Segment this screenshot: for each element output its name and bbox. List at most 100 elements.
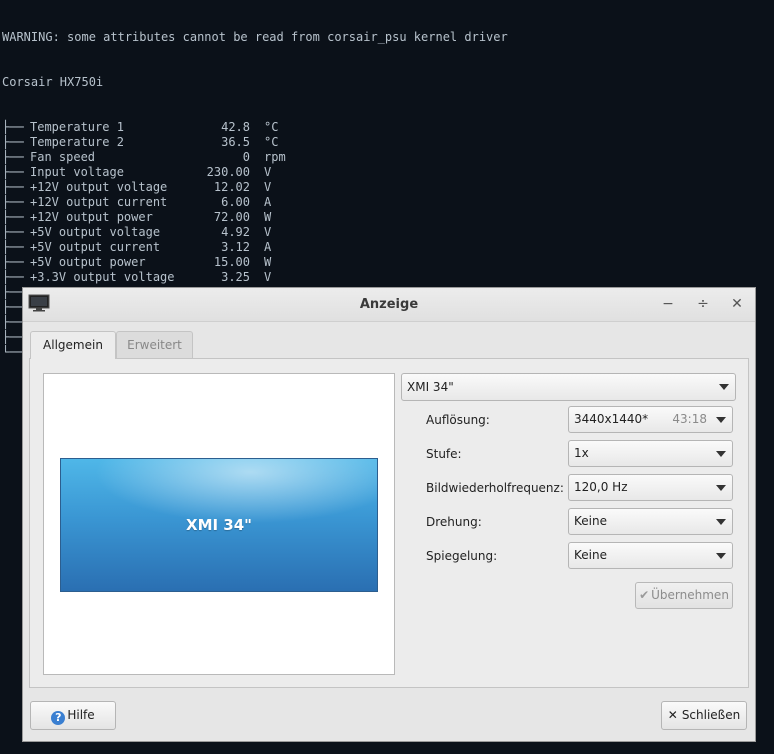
- aspect-ratio: 43:18: [672, 412, 707, 426]
- sensor-label: Temperature 2: [30, 135, 124, 149]
- rotation-value: Keine: [574, 514, 607, 528]
- sensor-unit: W: [264, 210, 272, 224]
- resolution-label: Auflösung:: [426, 413, 490, 427]
- terminal-device-name: Corsair HX750i: [2, 75, 104, 89]
- tree-branch: ├──: [2, 210, 24, 224]
- close-label: Schließen: [681, 708, 741, 722]
- sensor-value: 3.25: [221, 270, 250, 284]
- sensor-row: ├── +12V output power 72.00 W: [2, 210, 508, 225]
- minimize-button[interactable]: −: [658, 294, 678, 314]
- sensor-value: 6.00: [221, 195, 250, 209]
- sensor-label: +12V output power: [30, 210, 153, 224]
- help-icon: ?: [51, 711, 66, 725]
- sensor-unit: W: [264, 255, 272, 269]
- sensor-row: ├── Input voltage 230.00 V: [2, 165, 508, 180]
- maximize-button[interactable]: ÷: [693, 294, 713, 314]
- sensor-value: 42.8: [221, 120, 250, 134]
- chevron-down-icon: [716, 519, 726, 525]
- chevron-down-icon: [716, 417, 726, 423]
- sensor-unit: A: [264, 240, 272, 254]
- display-select-value: XMI 34": [407, 380, 454, 394]
- sensor-unit: V: [264, 180, 272, 194]
- close-icon: ✕: [667, 708, 678, 722]
- checkmark-icon: ✔: [639, 588, 650, 602]
- sensor-label: +5V output current: [30, 240, 161, 254]
- tree-branch: ├──: [2, 270, 24, 284]
- title-bar[interactable]: Anzeige − ÷ ✕: [23, 288, 755, 322]
- tree-branch: ├──: [2, 180, 24, 194]
- reflection-value: Keine: [574, 548, 607, 562]
- sensor-label: +5V output power: [30, 255, 146, 269]
- refresh-rate-label: Bildwiederholfrequenz:: [426, 481, 564, 495]
- tree-branch: ├──: [2, 195, 24, 209]
- sensor-unit: °C: [264, 120, 279, 134]
- tree-branch: ├──: [2, 240, 24, 254]
- sensor-value: 3.12: [221, 240, 250, 254]
- help-button[interactable]: ? Hilfe: [30, 701, 116, 730]
- chevron-down-icon: [716, 451, 726, 457]
- chevron-down-icon: [719, 384, 729, 390]
- rotation-select[interactable]: Keine: [568, 508, 733, 535]
- refresh-rate-value: 120,0 Hz: [574, 480, 628, 494]
- sensor-unit: V: [264, 225, 272, 239]
- sensor-row: ├── +12V output current 6.00 A: [2, 195, 508, 210]
- tree-branch: ├──: [2, 225, 24, 239]
- chevron-down-icon: [716, 553, 726, 559]
- sensor-value: 0: [242, 150, 250, 164]
- sensor-label: Fan speed: [30, 150, 96, 164]
- sensor-row: ├── +5V output current 3.12 A: [2, 240, 508, 255]
- tree-branch: ├──: [2, 150, 24, 164]
- apply-button[interactable]: ✔ Übernehmen: [635, 582, 733, 609]
- sensor-value: 72.00: [213, 210, 250, 224]
- sensor-unit: A: [264, 195, 272, 209]
- sensor-unit: °C: [264, 135, 279, 149]
- tab-erweitert[interactable]: Erweitert: [116, 331, 193, 358]
- sensor-label: +12V output current: [30, 195, 168, 209]
- sensor-row: ├── +5V output voltage 4.92 V: [2, 225, 508, 240]
- display-settings-dialog: Anzeige − ÷ ✕ Allgemein Erweitert XMI 34…: [22, 287, 756, 742]
- tree-branch: ├──: [2, 120, 24, 134]
- apply-label: Übernehmen: [651, 588, 729, 602]
- sensor-unit: V: [264, 165, 272, 179]
- help-label: Hilfe: [67, 708, 95, 722]
- tree-branch: ├──: [2, 135, 24, 149]
- close-window-button[interactable]: ✕: [727, 294, 747, 314]
- sensor-row: ├── Fan speed 0 rpm: [2, 150, 508, 165]
- sensor-value: 230.00: [206, 165, 250, 179]
- scale-select[interactable]: 1x: [568, 440, 733, 467]
- sensor-unit: rpm: [264, 150, 286, 164]
- sensor-row: ├── +12V output voltage 12.02 V: [2, 180, 508, 195]
- sensor-label: Input voltage: [30, 165, 124, 179]
- sensor-row: ├── +3.3V output voltage 3.25 V: [2, 270, 508, 285]
- sensor-value: 12.02: [213, 180, 250, 194]
- tree-branch: ├──: [2, 165, 24, 179]
- sensor-label: Temperature 1: [30, 120, 124, 134]
- display-select[interactable]: XMI 34": [401, 373, 736, 401]
- terminal-warning: WARNING: some attributes cannot be read …: [2, 30, 508, 44]
- monitor-preview[interactable]: XMI 34": [60, 458, 378, 592]
- sensor-row: ├── Temperature 2 36.5 °C: [2, 135, 508, 150]
- sensor-value: 36.5: [221, 135, 250, 149]
- tab-allgemein[interactable]: Allgemein: [30, 331, 116, 359]
- sensor-unit: V: [264, 270, 272, 284]
- refresh-rate-select[interactable]: 120,0 Hz: [568, 474, 733, 501]
- tree-branch: ├──: [2, 255, 24, 269]
- scale-label: Stufe:: [426, 447, 462, 461]
- resolution-value: 3440x1440*: [574, 412, 649, 426]
- resolution-select[interactable]: 3440x1440* 43:18: [568, 406, 733, 433]
- sensor-label: +3.3V output voltage: [30, 270, 175, 284]
- close-button[interactable]: ✕ Schließen: [661, 701, 747, 730]
- sensor-row: ├── +5V output power 15.00 W: [2, 255, 508, 270]
- reflection-select[interactable]: Keine: [568, 542, 733, 569]
- monitor-preview-area: XMI 34": [43, 373, 395, 675]
- sensor-value: 15.00: [213, 255, 250, 269]
- sensor-label: +5V output voltage: [30, 225, 161, 239]
- sensor-value: 4.92: [221, 225, 250, 239]
- reflection-label: Spiegelung:: [426, 549, 498, 563]
- tab-panel-general: XMI 34" XMI 34" Auflösung: 3440x1440* 43…: [29, 358, 749, 688]
- sensor-row: ├── Temperature 1 42.8 °C: [2, 120, 508, 135]
- rotation-label: Drehung:: [426, 515, 482, 529]
- chevron-down-icon: [716, 485, 726, 491]
- scale-value: 1x: [574, 446, 589, 460]
- dialog-title: Anzeige: [359, 297, 419, 312]
